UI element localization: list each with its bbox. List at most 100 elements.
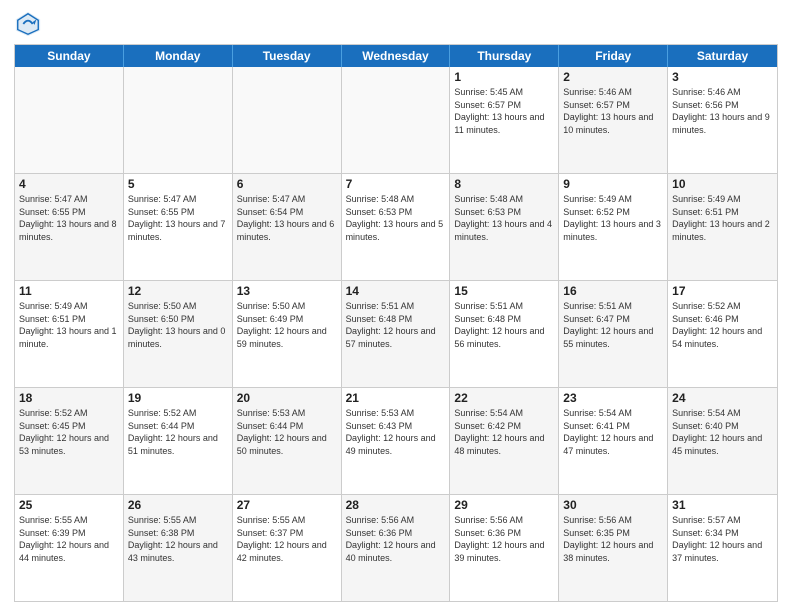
calendar-row-4: 25 Sunrise: 5:55 AM Sunset: 6:39 PM Dayli…	[15, 495, 777, 601]
day-number: 13	[237, 284, 337, 298]
day-number: 29	[454, 498, 554, 512]
cell-info: Sunrise: 5:49 AM Sunset: 6:51 PM Dayligh…	[19, 300, 119, 350]
day-number: 4	[19, 177, 119, 191]
cell-info: Sunrise: 5:51 AM Sunset: 6:47 PM Dayligh…	[563, 300, 663, 350]
day-number: 2	[563, 70, 663, 84]
cell-info: Sunrise: 5:48 AM Sunset: 6:53 PM Dayligh…	[346, 193, 446, 243]
day-number: 20	[237, 391, 337, 405]
cell-info: Sunrise: 5:57 AM Sunset: 6:34 PM Dayligh…	[672, 514, 773, 564]
cell-info: Sunrise: 5:51 AM Sunset: 6:48 PM Dayligh…	[346, 300, 446, 350]
calendar-cell-12: 12 Sunrise: 5:50 AM Sunset: 6:50 PM Dayli…	[124, 281, 233, 387]
cell-info: Sunrise: 5:55 AM Sunset: 6:39 PM Dayligh…	[19, 514, 119, 564]
day-number: 24	[672, 391, 773, 405]
calendar-cell-25: 25 Sunrise: 5:55 AM Sunset: 6:39 PM Dayli…	[15, 495, 124, 601]
calendar: SundayMondayTuesdayWednesdayThursdayFrid…	[14, 44, 778, 602]
cell-info: Sunrise: 5:53 AM Sunset: 6:43 PM Dayligh…	[346, 407, 446, 457]
calendar-cell-2: 2 Sunrise: 5:46 AM Sunset: 6:57 PM Daylig…	[559, 67, 668, 173]
cell-info: Sunrise: 5:46 AM Sunset: 6:57 PM Dayligh…	[563, 86, 663, 136]
cell-info: Sunrise: 5:54 AM Sunset: 6:42 PM Dayligh…	[454, 407, 554, 457]
cell-info: Sunrise: 5:54 AM Sunset: 6:40 PM Dayligh…	[672, 407, 773, 457]
weekday-header-sunday: Sunday	[15, 45, 124, 67]
calendar-cell-13: 13 Sunrise: 5:50 AM Sunset: 6:49 PM Dayli…	[233, 281, 342, 387]
day-number: 28	[346, 498, 446, 512]
calendar-header-row: SundayMondayTuesdayWednesdayThursdayFrid…	[15, 45, 777, 67]
calendar-cell-17: 17Sunrise: 5:52 AM Sunset: 6:46 PM Dayli…	[668, 281, 777, 387]
weekday-header-saturday: Saturday	[668, 45, 777, 67]
day-number: 14	[346, 284, 446, 298]
calendar-cell-29: 29 Sunrise: 5:56 AM Sunset: 6:36 PM Dayli…	[450, 495, 559, 601]
calendar-cell-20: 20Sunrise: 5:53 AM Sunset: 6:44 PM Dayli…	[233, 388, 342, 494]
day-number: 23	[563, 391, 663, 405]
calendar-cell-10: 10Sunrise: 5:49 AM Sunset: 6:51 PM Dayli…	[668, 174, 777, 280]
calendar-row-3: 18Sunrise: 5:52 AM Sunset: 6:45 PM Dayli…	[15, 388, 777, 495]
day-number: 3	[672, 70, 773, 84]
calendar-cell-26: 26Sunrise: 5:55 AM Sunset: 6:38 PM Dayli…	[124, 495, 233, 601]
calendar-cell-3: 3 Sunrise: 5:46 AM Sunset: 6:56 PM Daylig…	[668, 67, 777, 173]
calendar-cell-9: 9 Sunrise: 5:49 AM Sunset: 6:52 PM Daylig…	[559, 174, 668, 280]
cell-info: Sunrise: 5:51 AM Sunset: 6:48 PM Dayligh…	[454, 300, 554, 350]
day-number: 9	[563, 177, 663, 191]
cell-info: Sunrise: 5:50 AM Sunset: 6:49 PM Dayligh…	[237, 300, 337, 350]
calendar-cell-27: 27 Sunrise: 5:55 AM Sunset: 6:37 PM Dayli…	[233, 495, 342, 601]
weekday-header-wednesday: Wednesday	[342, 45, 451, 67]
calendar-cell-11: 11 Sunrise: 5:49 AM Sunset: 6:51 PM Dayli…	[15, 281, 124, 387]
day-number: 27	[237, 498, 337, 512]
calendar-cell-1: 1Sunrise: 5:45 AM Sunset: 6:57 PM Daylig…	[450, 67, 559, 173]
day-number: 7	[346, 177, 446, 191]
cell-info: Sunrise: 5:50 AM Sunset: 6:50 PM Dayligh…	[128, 300, 228, 350]
calendar-cell-4: 4 Sunrise: 5:47 AM Sunset: 6:55 PM Daylig…	[15, 174, 124, 280]
calendar-cell-empty-1	[124, 67, 233, 173]
calendar-row-0: 1Sunrise: 5:45 AM Sunset: 6:57 PM Daylig…	[15, 67, 777, 174]
header	[14, 10, 778, 38]
day-number: 11	[19, 284, 119, 298]
calendar-row-1: 4 Sunrise: 5:47 AM Sunset: 6:55 PM Daylig…	[15, 174, 777, 281]
calendar-cell-14: 14 Sunrise: 5:51 AM Sunset: 6:48 PM Dayli…	[342, 281, 451, 387]
day-number: 15	[454, 284, 554, 298]
logo	[14, 10, 46, 38]
calendar-cell-empty-2	[233, 67, 342, 173]
page: SundayMondayTuesdayWednesdayThursdayFrid…	[0, 0, 792, 612]
calendar-cell-22: 22Sunrise: 5:54 AM Sunset: 6:42 PM Dayli…	[450, 388, 559, 494]
day-number: 19	[128, 391, 228, 405]
calendar-body: 1Sunrise: 5:45 AM Sunset: 6:57 PM Daylig…	[15, 67, 777, 601]
cell-info: Sunrise: 5:55 AM Sunset: 6:38 PM Dayligh…	[128, 514, 228, 564]
cell-info: Sunrise: 5:56 AM Sunset: 6:36 PM Dayligh…	[454, 514, 554, 564]
day-number: 8	[454, 177, 554, 191]
calendar-cell-5: 5 Sunrise: 5:47 AM Sunset: 6:55 PM Daylig…	[124, 174, 233, 280]
cell-info: Sunrise: 5:56 AM Sunset: 6:35 PM Dayligh…	[563, 514, 663, 564]
calendar-cell-7: 7 Sunrise: 5:48 AM Sunset: 6:53 PM Daylig…	[342, 174, 451, 280]
calendar-cell-6: 6 Sunrise: 5:47 AM Sunset: 6:54 PM Daylig…	[233, 174, 342, 280]
calendar-cell-21: 21 Sunrise: 5:53 AM Sunset: 6:43 PM Dayli…	[342, 388, 451, 494]
cell-info: Sunrise: 5:49 AM Sunset: 6:52 PM Dayligh…	[563, 193, 663, 243]
cell-info: Sunrise: 5:46 AM Sunset: 6:56 PM Dayligh…	[672, 86, 773, 136]
day-number: 12	[128, 284, 228, 298]
calendar-cell-empty-3	[342, 67, 451, 173]
cell-info: Sunrise: 5:49 AM Sunset: 6:51 PM Dayligh…	[672, 193, 773, 243]
cell-info: Sunrise: 5:47 AM Sunset: 6:55 PM Dayligh…	[128, 193, 228, 243]
weekday-header-thursday: Thursday	[450, 45, 559, 67]
calendar-cell-18: 18Sunrise: 5:52 AM Sunset: 6:45 PM Dayli…	[15, 388, 124, 494]
day-number: 31	[672, 498, 773, 512]
day-number: 6	[237, 177, 337, 191]
weekday-header-friday: Friday	[559, 45, 668, 67]
calendar-cell-16: 16 Sunrise: 5:51 AM Sunset: 6:47 PM Dayli…	[559, 281, 668, 387]
calendar-cell-8: 8 Sunrise: 5:48 AM Sunset: 6:53 PM Daylig…	[450, 174, 559, 280]
calendar-row-2: 11 Sunrise: 5:49 AM Sunset: 6:51 PM Dayli…	[15, 281, 777, 388]
calendar-cell-empty-0	[15, 67, 124, 173]
cell-info: Sunrise: 5:48 AM Sunset: 6:53 PM Dayligh…	[454, 193, 554, 243]
cell-info: Sunrise: 5:52 AM Sunset: 6:46 PM Dayligh…	[672, 300, 773, 350]
calendar-cell-23: 23Sunrise: 5:54 AM Sunset: 6:41 PM Dayli…	[559, 388, 668, 494]
cell-info: Sunrise: 5:56 AM Sunset: 6:36 PM Dayligh…	[346, 514, 446, 564]
cell-info: Sunrise: 5:47 AM Sunset: 6:55 PM Dayligh…	[19, 193, 119, 243]
calendar-cell-15: 15 Sunrise: 5:51 AM Sunset: 6:48 PM Dayli…	[450, 281, 559, 387]
day-number: 5	[128, 177, 228, 191]
cell-info: Sunrise: 5:47 AM Sunset: 6:54 PM Dayligh…	[237, 193, 337, 243]
day-number: 16	[563, 284, 663, 298]
cell-info: Sunrise: 5:55 AM Sunset: 6:37 PM Dayligh…	[237, 514, 337, 564]
day-number: 21	[346, 391, 446, 405]
weekday-header-monday: Monday	[124, 45, 233, 67]
calendar-cell-28: 28 Sunrise: 5:56 AM Sunset: 6:36 PM Dayli…	[342, 495, 451, 601]
cell-info: Sunrise: 5:52 AM Sunset: 6:45 PM Dayligh…	[19, 407, 119, 457]
day-number: 25	[19, 498, 119, 512]
calendar-cell-31: 31 Sunrise: 5:57 AM Sunset: 6:34 PM Dayli…	[668, 495, 777, 601]
